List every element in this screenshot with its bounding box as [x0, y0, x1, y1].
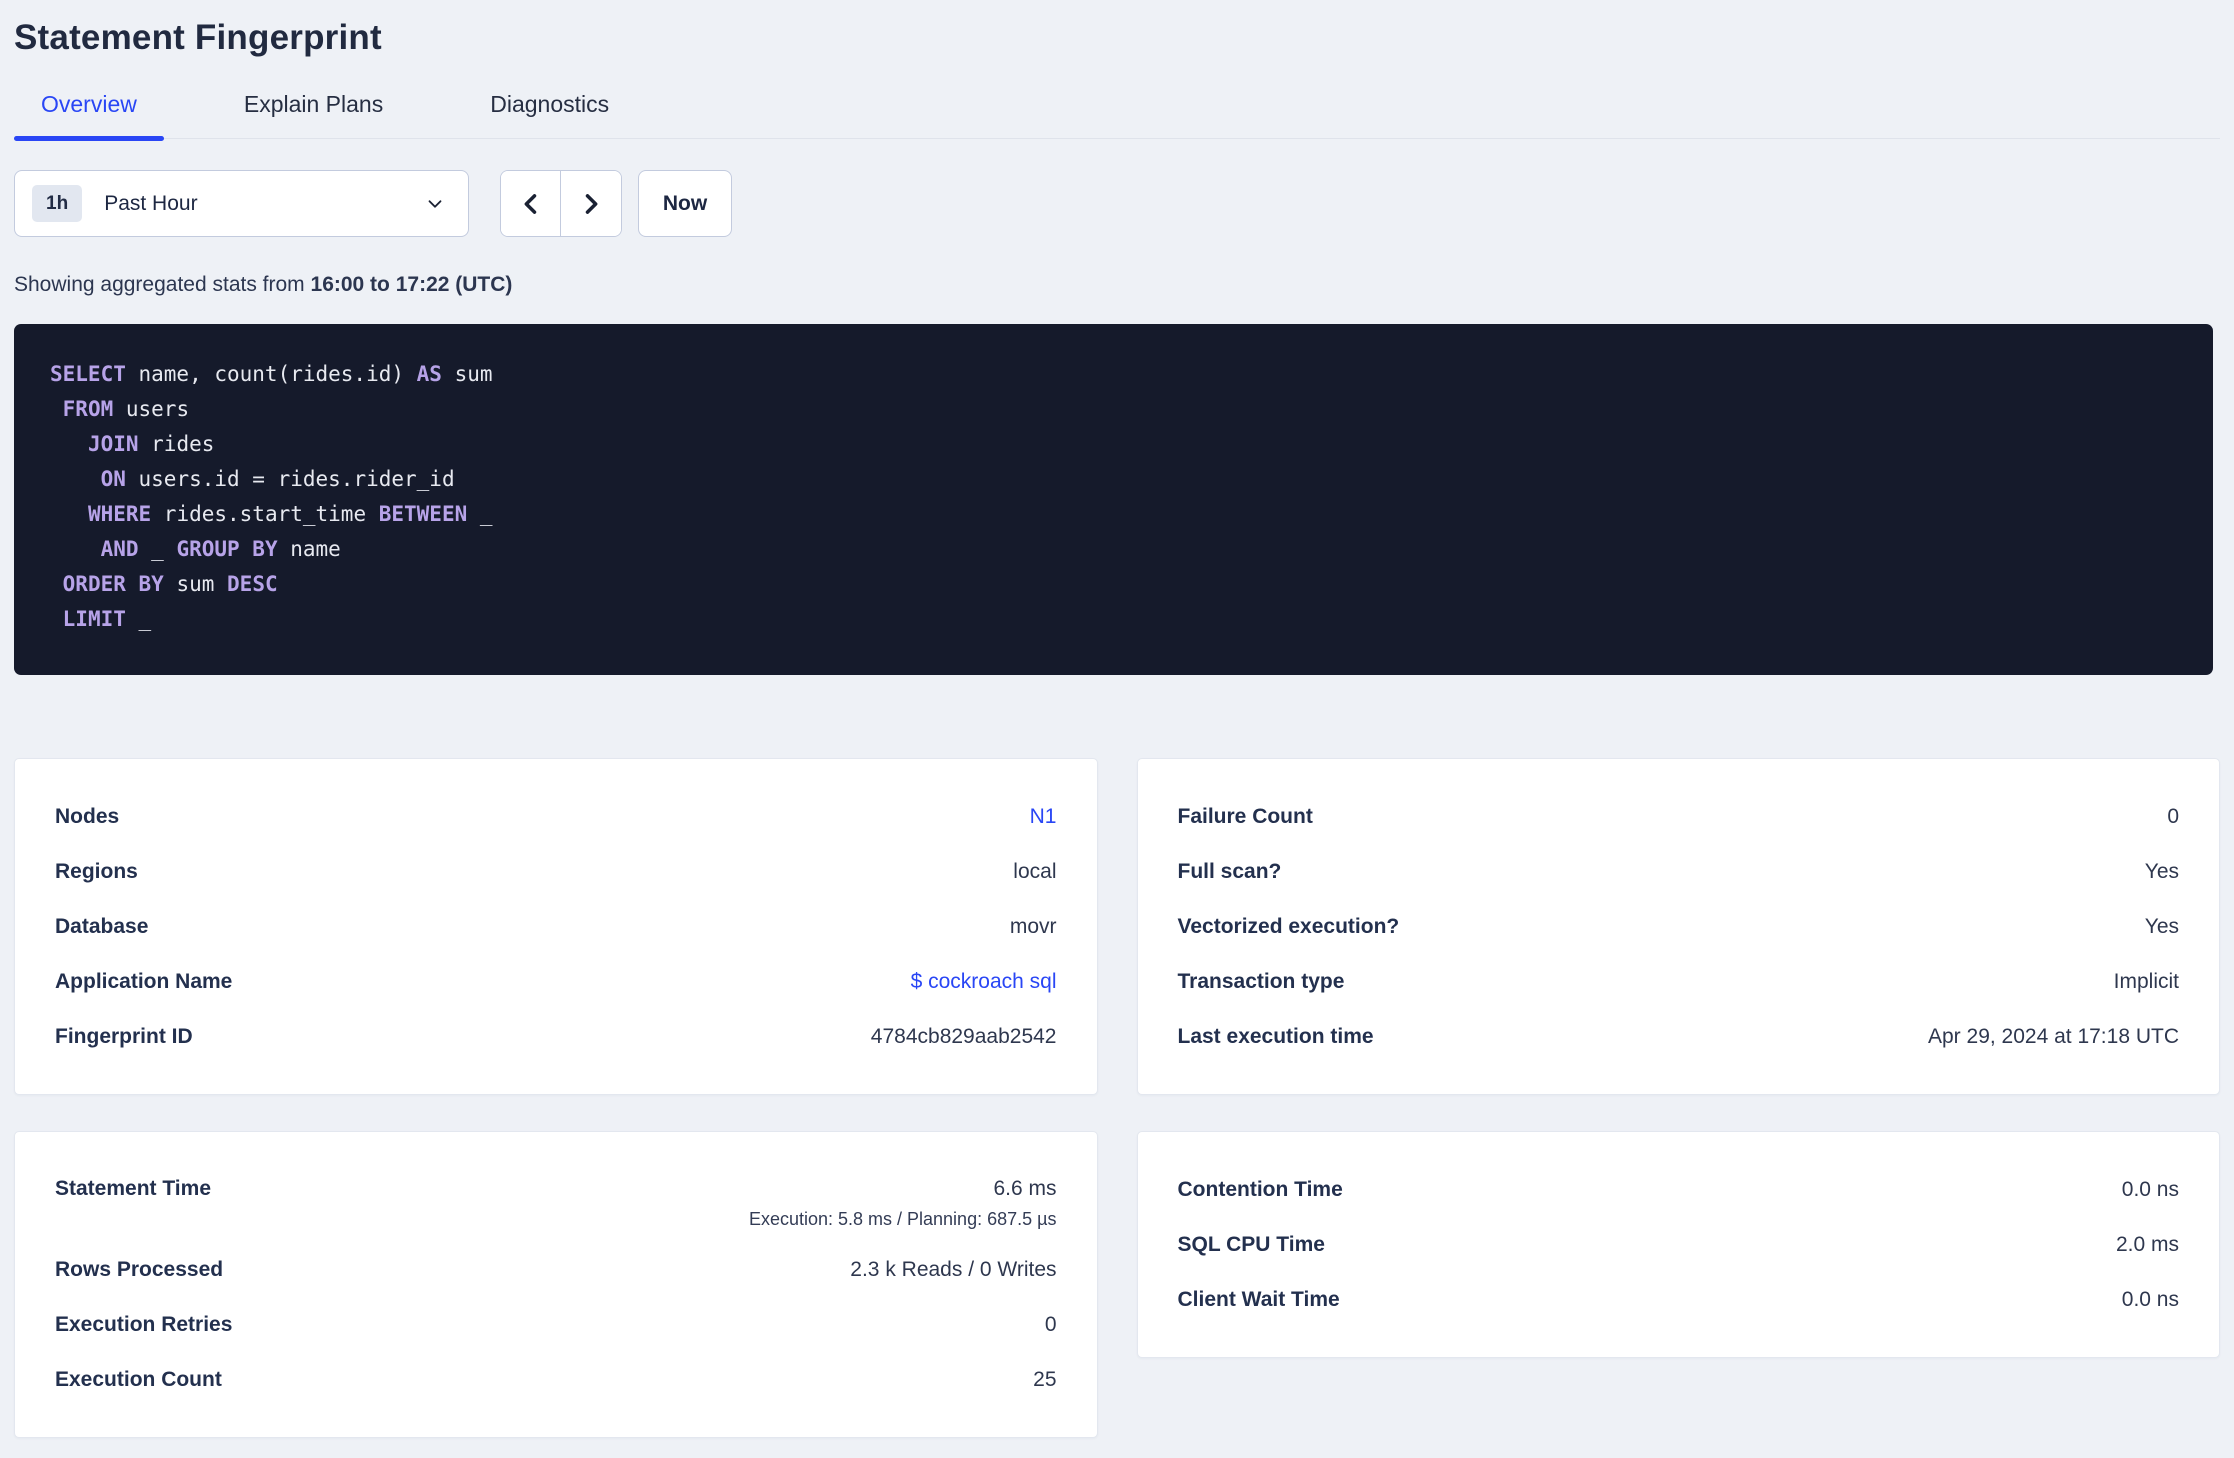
- stat-row: Rows Processed 2.3 k Reads / 0 Writes: [55, 1242, 1057, 1297]
- chevron-right-icon: [577, 190, 605, 218]
- stat-row: Application Name $ cockroach sql: [55, 954, 1057, 1009]
- stat-row: Contention Time 0.0 ns: [1178, 1162, 2180, 1217]
- stat-label: Database: [55, 914, 149, 938]
- card-statement-timing: Statement Time 6.6 ms Execution: 5.8 ms / …: [14, 1131, 1098, 1438]
- stat-label: Statement Time: [55, 1177, 211, 1200]
- time-range-dropdown[interactable]: 1h Past Hour: [14, 170, 469, 237]
- stat-row: Regions local: [55, 844, 1057, 899]
- stat-value-link[interactable]: N1: [1030, 805, 1057, 829]
- statement-fingerprint-page: Statement Fingerprint Overview Explain Pl…: [0, 0, 2234, 1458]
- stat-label: SQL CPU Time: [1177, 1232, 1325, 1256]
- sql-code-line: WHERE rides.start_time BETWEEN _: [87, 502, 493, 526]
- stat-label: Vectorized execution?: [1177, 914, 1400, 938]
- stat-row: Vectorized execution? Yes: [1178, 899, 2180, 954]
- sql-statement-text: SELECT name, count(rides.id) AS sum FROM…: [50, 357, 2179, 637]
- stat-value: local: [1013, 859, 1057, 883]
- card-statement-details: Nodes N1 Regions local Database movr Applicati…: [14, 758, 1098, 1095]
- stat-value: 25: [1033, 1367, 1057, 1391]
- stats-cards-grid: Nodes N1 Regions local Database movr Applicati…: [14, 758, 2220, 1438]
- stat-sub-value: Execution: 5.8 ms / Planning: 687.5 µs: [748, 1209, 1057, 1229]
- stat-value: 0: [1044, 1312, 1057, 1336]
- stat-label: Nodes: [55, 804, 120, 828]
- stat-row: Nodes N1: [55, 789, 1057, 844]
- stat-value: 2.3 k Reads / 0 Writes: [850, 1257, 1057, 1281]
- stats-summary-prefix: Showing aggregated stats from: [14, 273, 311, 296]
- stat-label: Execution Retries: [55, 1312, 233, 1336]
- next-time-button[interactable]: [561, 171, 621, 236]
- chevron-down-icon: [424, 193, 446, 215]
- stat-label: Application Name: [55, 969, 233, 993]
- card-execution-attributes: Failure Count 0 Full scan? Yes Vectorized ex…: [1136, 758, 2220, 1095]
- stat-label: Contention Time: [1177, 1177, 1343, 1201]
- tab-explain-plans[interactable]: Explain Plans: [217, 91, 410, 138]
- sql-code-line: SELECT name, count(rides.id) AS sum: [50, 362, 493, 386]
- stat-value: 0.0 ns: [2121, 1287, 2179, 1311]
- tab-bar: Overview Explain Plans Diagnostics: [14, 91, 2220, 141]
- stat-label: Execution Count: [55, 1367, 222, 1391]
- card-wait-times: Contention Time 0.0 ns SQL CPU Time 2.0 ms C…: [1136, 1131, 2220, 1358]
- chevron-left-icon: [517, 190, 545, 218]
- stat-value: 0.0 ns: [2121, 1177, 2179, 1201]
- stat-value: 4784cb829aab2542: [870, 1024, 1057, 1048]
- time-pager: [500, 170, 622, 237]
- time-range-badge: 1h: [32, 185, 83, 222]
- stats-summary-range: 16:00 to 17:22 (UTC): [310, 273, 513, 296]
- sql-statement-block: SELECT name, count(rides.id) AS sum FROM…: [14, 324, 2213, 675]
- stat-value-link[interactable]: $ cockroach sql: [911, 970, 1057, 994]
- stat-row: Database movr: [55, 899, 1057, 954]
- stat-row: Failure Count 0: [1178, 789, 2180, 844]
- stat-label: Transaction type: [1177, 969, 1345, 993]
- stat-row: SQL CPU Time 2.0 ms: [1178, 1217, 2180, 1272]
- stat-row: Transaction type Implicit: [1178, 954, 2180, 1009]
- sql-code-line: LIMIT _: [62, 607, 152, 631]
- now-button[interactable]: Now: [638, 170, 732, 237]
- stat-value: 6.6 ms: [993, 1177, 1057, 1200]
- previous-time-button[interactable]: [501, 171, 561, 236]
- stat-row: Last execution time Apr 29, 2024 at 17:18…: [1178, 1009, 2180, 1064]
- stat-row: Fingerprint ID 4784cb829aab2542: [55, 1009, 1057, 1064]
- stat-row: Execution Retries 0: [55, 1297, 1057, 1352]
- stat-value: Apr 29, 2024 at 17:18 UTC: [1928, 1024, 2179, 1048]
- sql-code-line: ON users.id = rides.rider_id: [100, 467, 455, 491]
- stat-label: Rows Processed: [55, 1257, 224, 1281]
- tab-diagnostics[interactable]: Diagnostics: [463, 91, 636, 138]
- stat-label: Failure Count: [1177, 804, 1313, 828]
- page-title: Statement Fingerprint: [14, 18, 382, 57]
- sql-code-line: ORDER BY sum DESC: [62, 572, 278, 596]
- time-toolbar: 1h Past Hour Now: [14, 170, 2220, 237]
- stat-row: Execution Count 25: [55, 1352, 1057, 1407]
- stat-value: Implicit: [2113, 969, 2179, 993]
- stat-label: Full scan?: [1177, 859, 1282, 883]
- time-range-label: Past Hour: [104, 191, 198, 215]
- stat-value: 0: [2167, 804, 2179, 828]
- stat-row: Full scan? Yes: [1178, 844, 2180, 899]
- stat-row: Client Wait Time 0.0 ns: [1178, 1272, 2180, 1327]
- stat-label: Fingerprint ID: [55, 1024, 193, 1048]
- stat-value: Yes: [2144, 859, 2179, 883]
- aggregated-stats-summary: Showing aggregated stats from 16:00 to 1…: [14, 273, 2220, 297]
- stat-value: movr: [1009, 914, 1057, 938]
- stat-value: 2.0 ms: [2115, 1232, 2179, 1256]
- stat-value: Yes: [2144, 914, 2179, 938]
- stat-row: Statement Time 6.6 ms Execution: 5.8 ms / …: [55, 1162, 1057, 1242]
- sql-code-line: FROM users: [62, 397, 190, 421]
- stat-value-block: 6.6 ms Execution: 5.8 ms / Planning: 687.…: [749, 1172, 1057, 1232]
- stat-label: Client Wait Time: [1177, 1287, 1340, 1311]
- stat-label: Last execution time: [1177, 1024, 1374, 1048]
- sql-code-line: JOIN rides: [87, 432, 215, 456]
- tab-overview[interactable]: Overview: [14, 91, 164, 141]
- stat-label: Regions: [55, 859, 138, 883]
- sql-code-line: AND _ GROUP BY name: [100, 537, 341, 561]
